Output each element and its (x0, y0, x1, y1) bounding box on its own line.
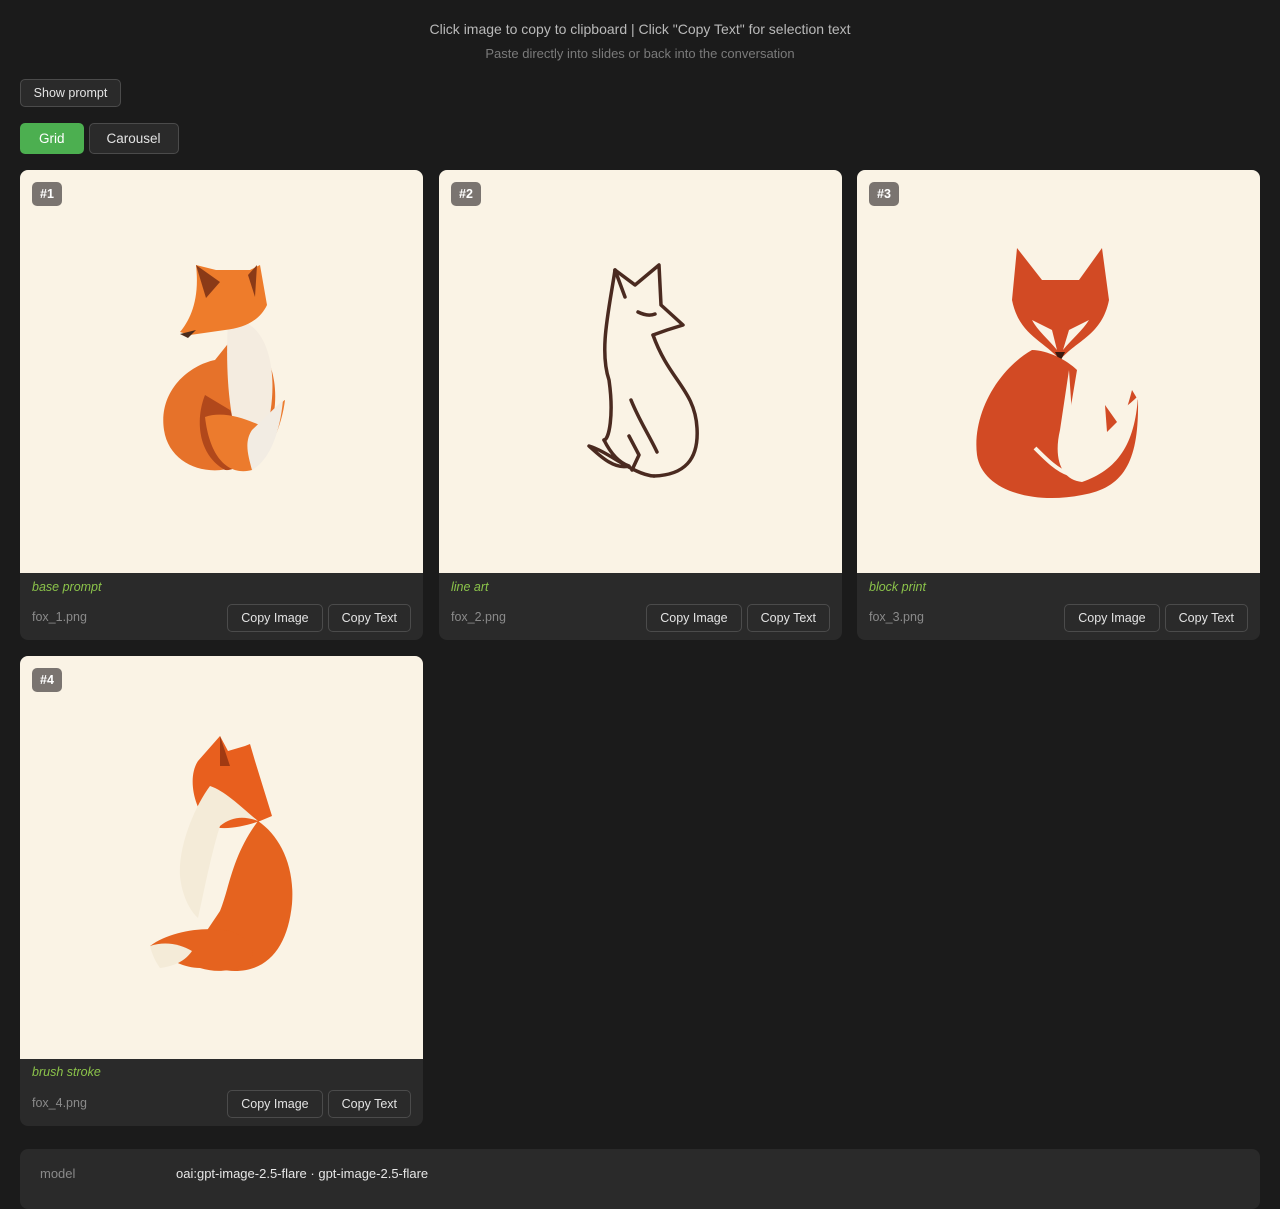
metadata-panel: model oai:gpt-image-2.5-flare · gpt-imag… (20, 1149, 1260, 1209)
filename-label: fox_1.png (32, 610, 87, 624)
fox-image[interactable] (857, 170, 1260, 573)
image-number-badge: #2 (451, 182, 481, 206)
fox-image[interactable] (20, 656, 423, 1059)
filename-label: fox_4.png (32, 1096, 87, 1110)
fox-line-art-illustration (587, 263, 699, 478)
fox-paper-cut-illustration (163, 265, 285, 472)
instruction-text: Click image to copy to clipboard | Click… (429, 21, 851, 37)
variant-caption: base prompt (32, 580, 102, 594)
variant-caption: block print (869, 580, 926, 594)
copy-text-button[interactable]: Copy Text (746, 604, 830, 632)
copy-image-button[interactable]: Copy Image (1064, 604, 1160, 632)
fox-block-print-illustration (976, 248, 1139, 499)
card-actions: Copy Image Copy Text (222, 604, 411, 632)
copy-image-button[interactable]: Copy Image (227, 604, 323, 632)
filename-label: fox_3.png (869, 610, 924, 624)
carousel-view-button[interactable]: Carousel (88, 123, 179, 154)
show-prompt-button[interactable]: Show prompt (20, 79, 121, 107)
card-actions: Copy Image Copy Text (222, 1090, 411, 1118)
image-number-badge: #1 (32, 182, 62, 206)
model-value: oai:gpt-image-2.5-flare · gpt-image-2.5-… (176, 1166, 429, 1181)
card-actions: Copy Image Copy Text (1059, 604, 1248, 632)
filename-label: fox_2.png (451, 610, 506, 624)
view-mode-toggle: Grid Carousel (20, 123, 184, 154)
copy-image-button[interactable]: Copy Image (227, 1090, 323, 1118)
image-card: #1 base prompt fox_1.png Copy Image Copy … (20, 170, 423, 640)
image-card: #3 block print fox_3.png Copy Image Copy … (857, 170, 1260, 640)
image-number-badge: #3 (869, 182, 899, 206)
copy-text-button[interactable]: Copy Text (327, 604, 411, 632)
image-card: #4 brush stroke fox_4.png Copy Image Copy… (20, 656, 423, 1126)
copy-text-button[interactable]: Copy Text (327, 1090, 411, 1118)
image-number-badge: #4 (32, 668, 62, 692)
card-actions: Copy Image Copy Text (641, 604, 830, 632)
fox-brush-stroke-illustration (150, 736, 293, 971)
fox-image[interactable] (439, 170, 842, 573)
page-header: Click image to copy to clipboard | Click… (0, 0, 1280, 62)
variant-caption: line art (451, 580, 489, 594)
model-key: model (40, 1166, 76, 1181)
fox-image[interactable] (20, 170, 423, 573)
grid-view-button[interactable]: Grid (20, 123, 84, 154)
subtitle-text: Paste directly into slides or back into … (485, 46, 795, 61)
image-card: #2 line art fox_2.png Copy Image Copy Tex… (439, 170, 842, 640)
copy-image-button[interactable]: Copy Image (646, 604, 742, 632)
copy-text-button[interactable]: Copy Text (1164, 604, 1248, 632)
variant-caption: brush stroke (32, 1065, 101, 1079)
